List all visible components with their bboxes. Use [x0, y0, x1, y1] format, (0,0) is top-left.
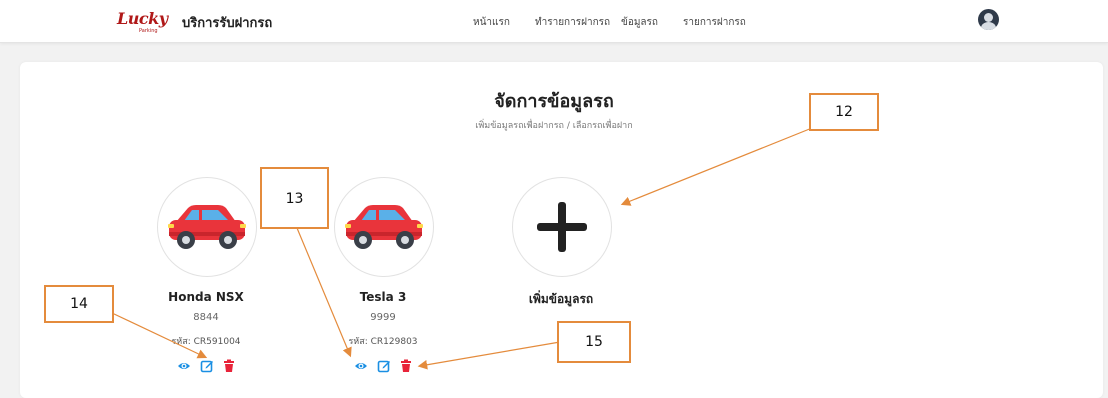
brand-name[interactable]: บริการรับฝากรถ — [182, 12, 272, 33]
page-subtitle: เพิ่มข้อมูลรถเพื่อฝากรถ / เลือกรถเพื่อฝา… — [475, 121, 633, 131]
vehicle-name-0: Honda NSX — [168, 290, 244, 304]
callout-13: 13 — [260, 167, 329, 229]
nav-link-deposit-list[interactable]: รายการฝากรถ — [683, 15, 746, 30]
vehicle-name-1: Tesla 3 — [359, 290, 407, 304]
add-vehicle-button[interactable] — [512, 177, 612, 277]
trash-icon[interactable] — [399, 359, 413, 373]
edit-icon[interactable] — [377, 359, 391, 373]
plus-icon — [537, 202, 587, 252]
add-vehicle-label[interactable]: เพิ่มข้อมูลรถ — [501, 290, 621, 309]
callout-14: 14 — [44, 285, 114, 323]
eye-icon[interactable] — [354, 359, 368, 373]
edit-icon[interactable] — [200, 359, 214, 373]
nav-link-home[interactable]: หน้าแรก — [473, 15, 510, 30]
vehicle-plate-1: 9999 — [370, 312, 396, 323]
trash-icon[interactable] — [222, 359, 236, 373]
vehicle-card-1[interactable] — [334, 177, 434, 277]
top-navbar: Lucky Parking บริการรับฝากรถ หน้าแรก ทำร… — [0, 0, 1108, 43]
vehicle-card-0[interactable] — [157, 177, 257, 277]
car-icon — [345, 205, 423, 249]
vehicle-code-0: รหัส: CR591004 — [171, 337, 241, 347]
user-avatar-icon[interactable] — [978, 9, 999, 30]
page-title: จัดการข้อมูลรถ — [494, 91, 614, 112]
callout-15: 15 — [557, 321, 631, 363]
vehicle-code-1: รหัส: CR129803 — [348, 337, 418, 347]
vehicle-plate-0: 8844 — [193, 312, 219, 323]
car-icon — [168, 205, 246, 249]
lucky-logo[interactable]: Lucky — [117, 9, 168, 28]
callout-12: 12 — [809, 93, 879, 131]
eye-icon[interactable] — [177, 359, 191, 373]
lucky-logo-sub: Parking — [139, 28, 158, 34]
nav-link-deposit[interactable]: ทำรายการฝากรถ — [535, 15, 610, 30]
nav-link-vehicles[interactable]: ข้อมูลรถ — [621, 15, 658, 30]
